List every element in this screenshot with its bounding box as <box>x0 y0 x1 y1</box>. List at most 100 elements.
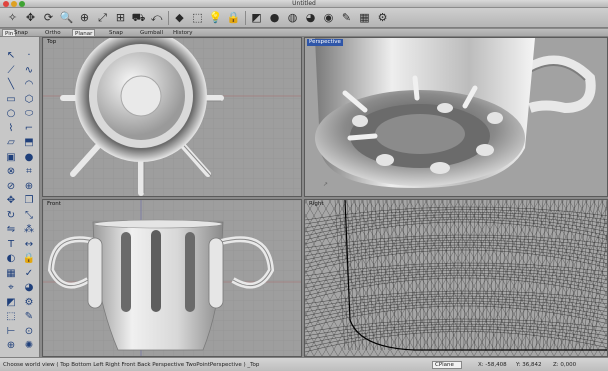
wireframe-line <box>362 200 371 351</box>
paint-icon[interactable]: ✎ <box>338 9 355 26</box>
viewport-front[interactable]: Front <box>42 199 302 357</box>
sphere-icon[interactable]: ● <box>21 151 37 165</box>
tab-ortho[interactable]: Ortho <box>43 29 63 37</box>
zoom-icon[interactable]: 🔍 <box>58 9 75 26</box>
select-arrow-icon[interactable]: ↖ <box>3 49 19 63</box>
wireframe-curve <box>305 206 607 221</box>
cplane-selector[interactable]: CPlane <box>432 361 462 369</box>
select-icon[interactable]: ◆ <box>171 9 188 26</box>
car-icon[interactable]: ⛟ <box>130 9 147 26</box>
polyline-icon[interactable]: ⟋ <box>3 64 19 78</box>
window-title: Untitled <box>292 0 316 7</box>
shaded-sphere-icon[interactable]: ● <box>266 9 283 26</box>
wireframe-line <box>305 200 372 317</box>
lock-icon[interactable]: 🔒 <box>21 252 37 266</box>
grid-icon[interactable]: ▦ <box>356 9 373 26</box>
crop-icon[interactable]: ⬚ <box>189 9 206 26</box>
wireframe-line <box>557 200 572 351</box>
snap-icon[interactable]: ⊙ <box>21 325 37 339</box>
wireframe-line <box>305 241 371 356</box>
layer-icon[interactable]: ◩ <box>3 296 19 310</box>
viewport-top[interactable]: Top <box>42 37 302 197</box>
line-icon[interactable]: ╲ <box>3 78 19 92</box>
main-toolbar: ✧ ✥ ⟳ 🔍 ⊕ ⤢ ⊞ ⛟ ⤺ ◆ ⬚ 💡 🔒 ◩ ● ◍ ◕ ◉ ✎ ▦ ⚙ <box>0 8 608 28</box>
properties-icon[interactable]: ⚙ <box>21 296 37 310</box>
wireframe-sphere-icon[interactable]: ◍ <box>284 9 301 26</box>
tab-history[interactable]: History <box>171 29 195 37</box>
undo-view-icon[interactable]: ⤺ <box>148 9 165 26</box>
wireframe-line <box>414 200 418 351</box>
measure-icon[interactable]: ⊢ <box>3 325 19 339</box>
light-icon[interactable]: ✺ <box>21 339 37 353</box>
boolean-icon[interactable]: ⊗ <box>3 165 19 179</box>
four-viewports-icon[interactable]: ⊞ <box>112 9 129 26</box>
pan-icon[interactable]: ✥ <box>22 9 39 26</box>
wireframe-line <box>560 200 576 351</box>
wireframe-line <box>305 298 339 356</box>
analyze-icon[interactable]: ⌖ <box>3 281 19 295</box>
tab-osnap[interactable]: Snap <box>107 29 125 37</box>
new-file-icon[interactable]: ✧ <box>4 9 21 26</box>
wireframe-line <box>521 206 607 356</box>
split-icon[interactable]: ⊘ <box>3 180 19 194</box>
wireframe-line <box>305 284 347 356</box>
copy-icon[interactable]: ❐ <box>21 194 37 208</box>
wireframe-line <box>305 200 348 274</box>
join-icon[interactable]: ⊕ <box>21 180 37 194</box>
rotate-icon[interactable]: ↻ <box>3 209 19 223</box>
move-icon[interactable]: ✥ <box>3 194 19 208</box>
viewport-top-label[interactable]: Top <box>45 39 58 46</box>
text-icon[interactable]: T <box>3 238 19 252</box>
curve-icon[interactable]: ∿ <box>21 64 37 78</box>
earth-icon[interactable]: ◉ <box>320 9 337 26</box>
wireframe-line <box>305 200 340 260</box>
scale-icon[interactable]: ⤡ <box>21 209 37 223</box>
zoom-icon[interactable]: ⊕ <box>3 339 19 353</box>
rectangle-icon[interactable]: ▭ <box>3 93 19 107</box>
render-sphere-icon[interactable]: ◕ <box>302 9 319 26</box>
viewport-right[interactable]: Right <box>304 199 608 357</box>
zoom-extents-icon[interactable]: ⤢ <box>94 9 111 26</box>
cage-icon[interactable]: ⬚ <box>3 310 19 324</box>
tab-gumball[interactable]: Gumball <box>138 29 165 37</box>
render-icon[interactable]: ◕ <box>21 281 37 295</box>
point-icon[interactable]: · <box>21 49 37 63</box>
check-icon[interactable]: ✓ <box>21 267 37 281</box>
wireframe-line <box>452 200 456 351</box>
ellipse-icon[interactable]: ⬭ <box>21 107 37 121</box>
fillet-icon[interactable]: ⌐ <box>21 122 37 136</box>
zoom-window-icon[interactable]: ⊕ <box>76 9 93 26</box>
mesh-icon[interactable]: ⌗ <box>21 165 37 179</box>
tab-snap[interactable]: Snap <box>12 29 30 37</box>
paint-icon[interactable]: ✎ <box>21 310 37 324</box>
box-icon[interactable]: ▣ <box>3 151 19 165</box>
viewport-perspective[interactable]: ↗ Perspective <box>304 37 608 197</box>
settings-icon[interactable]: ⚙ <box>374 9 391 26</box>
mirror-icon[interactable]: ⇋ <box>3 223 19 237</box>
tab-planar[interactable]: Planar <box>72 28 96 37</box>
layer-icon[interactable]: ◩ <box>248 9 265 26</box>
dimension-icon[interactable]: ↔ <box>21 238 37 252</box>
wireframe-line <box>445 200 448 351</box>
array-icon[interactable]: ⁂ <box>21 223 37 237</box>
surface-icon[interactable]: ▱ <box>3 136 19 150</box>
circle-icon[interactable]: ○ <box>3 107 19 121</box>
wireframe-curve <box>305 221 607 245</box>
extrude-icon[interactable]: ⬒ <box>21 136 37 150</box>
lock-icon[interactable]: 🔒 <box>225 9 242 26</box>
arc-icon[interactable]: ◠ <box>21 78 37 92</box>
rotate-view-icon[interactable]: ⟳ <box>40 9 57 26</box>
status-tab-bar: Pin Snap Ortho Planar Snap Gumball Histo… <box>0 28 608 37</box>
command-prompt[interactable]: Choose world view ( Top Bottom Left Righ… <box>3 358 259 371</box>
light-icon[interactable]: 💡 <box>207 9 224 26</box>
hide-icon[interactable]: ◐ <box>3 252 19 266</box>
viewport-front-label[interactable]: Front <box>45 201 63 208</box>
freeform-icon[interactable]: ⌇ <box>3 122 19 136</box>
wireframe-line <box>520 200 607 352</box>
viewport-right-label[interactable]: Right <box>307 201 325 208</box>
toolbar-separator <box>245 10 246 25</box>
grid-icon[interactable]: ▦ <box>3 267 19 281</box>
title-bar: Untitled <box>0 0 608 8</box>
viewport-perspective-label[interactable]: Perspective <box>307 39 343 46</box>
polygon-icon[interactable]: ⬡ <box>21 93 37 107</box>
